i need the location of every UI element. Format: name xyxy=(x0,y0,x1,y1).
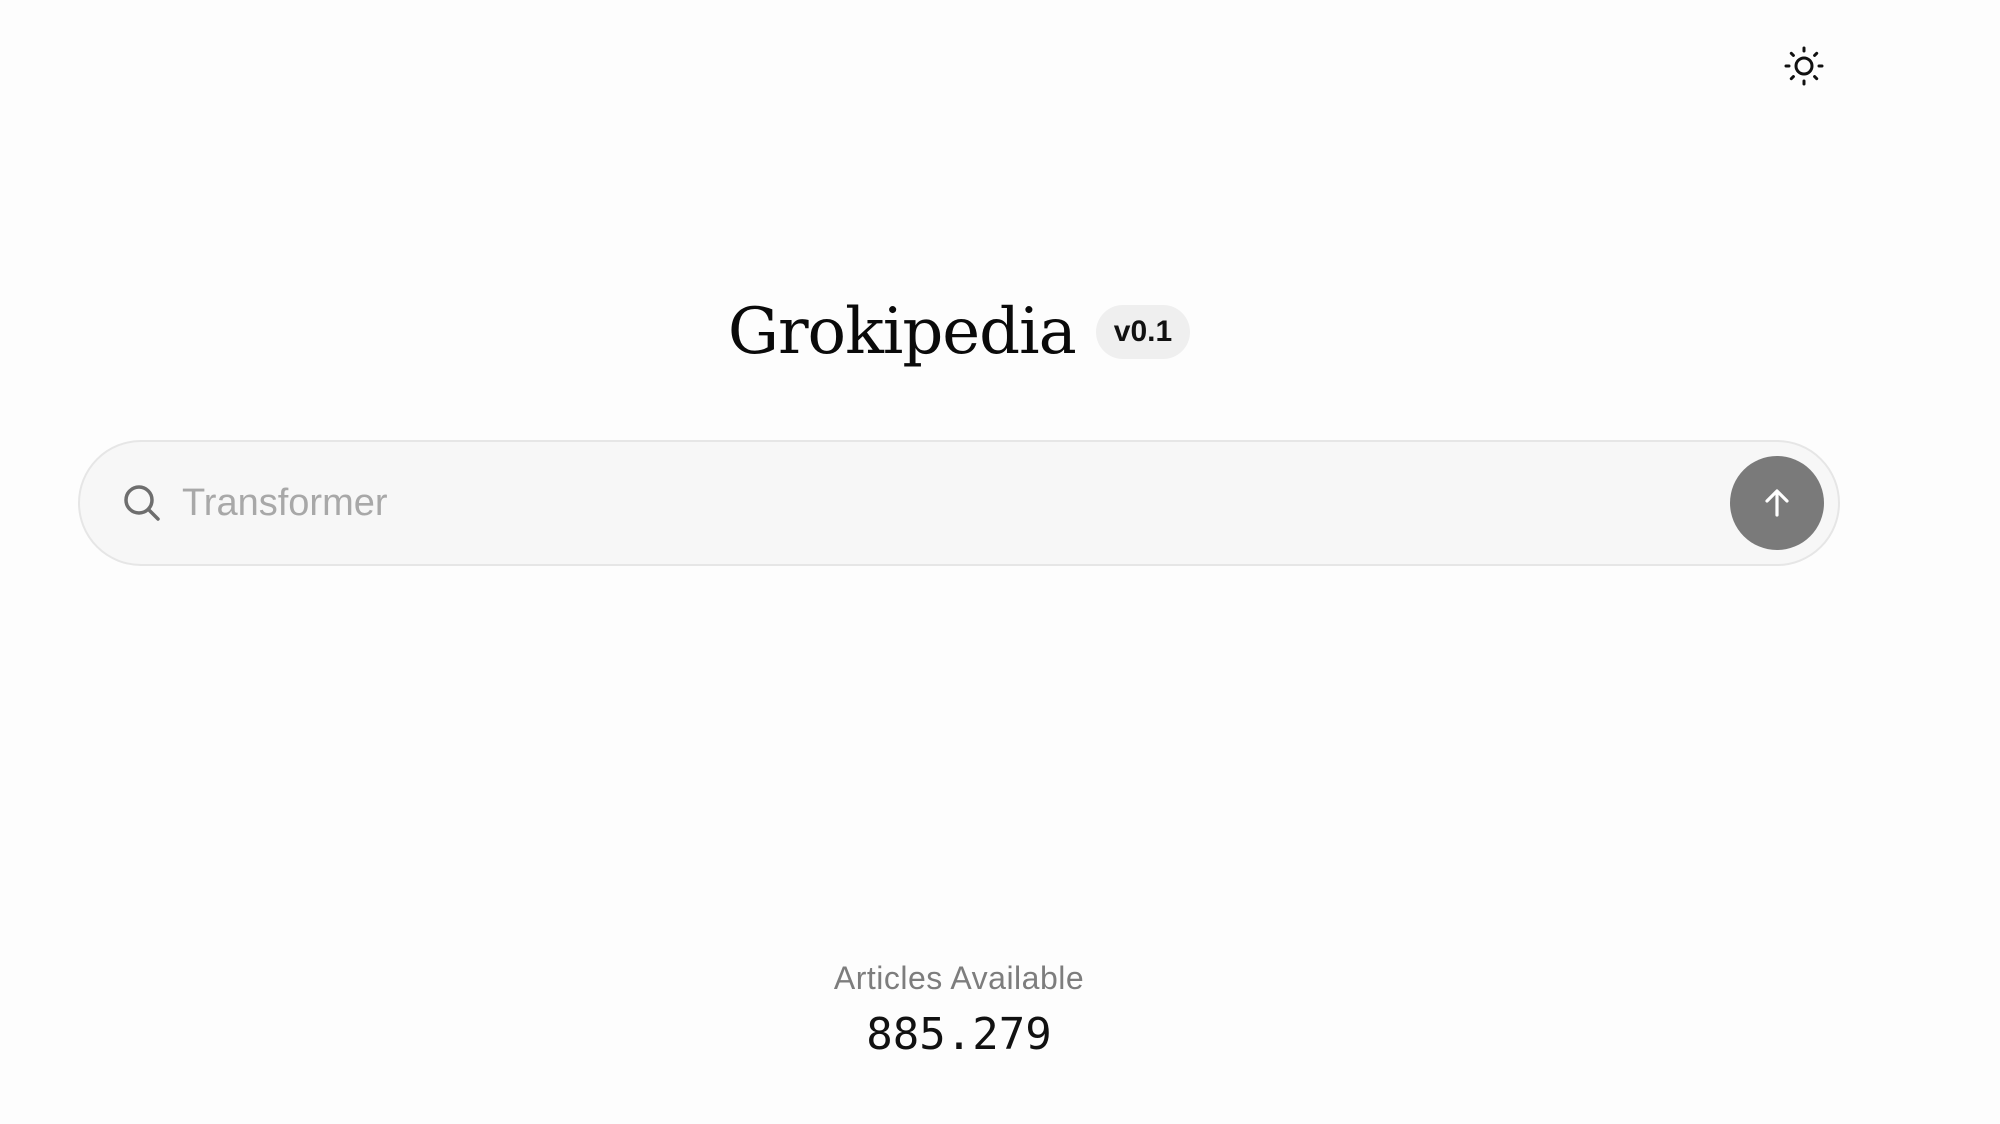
search-input[interactable] xyxy=(182,463,1730,543)
articles-stats: Articles Available 885.279 xyxy=(0,960,1918,1060)
search-submit-button[interactable] xyxy=(1730,456,1824,550)
search-icon xyxy=(120,481,164,525)
version-badge: v0.1 xyxy=(1095,305,1191,359)
brand-header: Grokipedia v0.1 xyxy=(0,300,1918,364)
page: Grokipedia v0.1 Articles Available 885.2… xyxy=(0,0,2000,1124)
articles-count: 885.279 xyxy=(866,1009,1052,1060)
search-bar xyxy=(78,440,1840,566)
sun-icon xyxy=(1784,46,1824,86)
articles-available-label: Articles Available xyxy=(833,960,1085,996)
brand-title: Grokipedia xyxy=(727,295,1077,369)
theme-toggle-button[interactable] xyxy=(1782,44,1826,88)
arrow-up-icon xyxy=(1765,489,1789,517)
